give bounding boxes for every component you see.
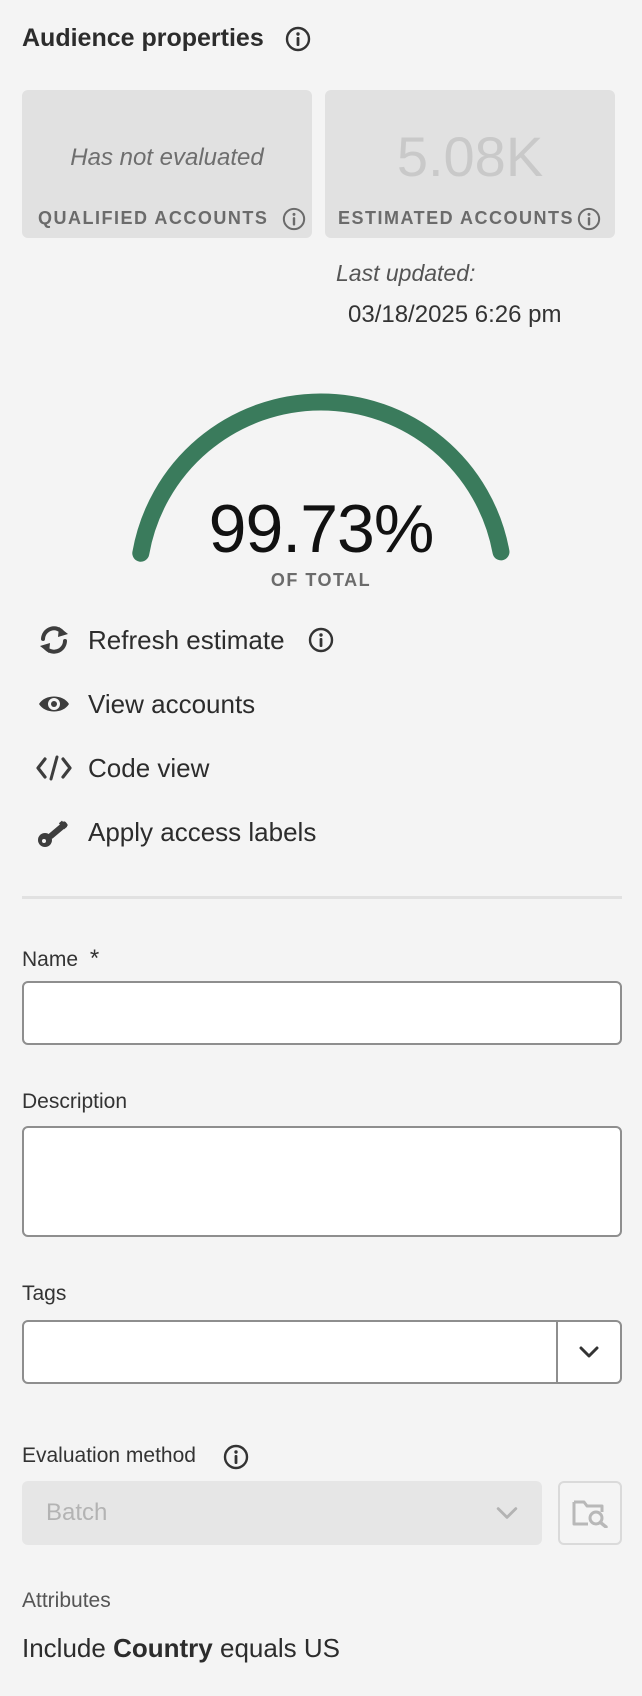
title-info-icon[interactable] bbox=[285, 26, 311, 52]
apply-access-labels-label: Apply access labels bbox=[88, 816, 317, 847]
name-label: Name * bbox=[22, 945, 99, 973]
description-label: Description bbox=[22, 1090, 128, 1113]
tags-input[interactable] bbox=[24, 1322, 556, 1382]
name-label-text: Name bbox=[22, 948, 79, 971]
panel-title: Audience properties bbox=[22, 24, 264, 52]
evaluation-method-browse-button[interactable] bbox=[558, 1481, 622, 1545]
tags-combobox[interactable] bbox=[22, 1320, 622, 1384]
rule-field: Country bbox=[113, 1633, 213, 1663]
required-mark: * bbox=[89, 945, 100, 972]
tags-label: Tags bbox=[22, 1282, 67, 1305]
chevron-down-icon bbox=[496, 1507, 518, 1519]
evaluation-method-value: Batch bbox=[46, 1499, 108, 1526]
view-accounts-label: View accounts bbox=[88, 688, 256, 719]
rule-prefix: Include bbox=[22, 1633, 106, 1663]
folder-search-icon bbox=[572, 1500, 608, 1528]
last-updated-datetime: 03/18/2025 6:26 pm bbox=[348, 301, 562, 328]
eye-icon bbox=[36, 686, 72, 722]
audience-properties-panel: Audience properties Has not evaluated QU… bbox=[0, 0, 642, 1696]
estimated-accounts-value: 5.08K bbox=[396, 125, 544, 188]
evaluation-method-select[interactable]: Batch bbox=[22, 1481, 542, 1545]
last-updated-label: Last updated: bbox=[336, 260, 476, 286]
qualified-accounts-value: Has not evaluated bbox=[70, 144, 264, 171]
refresh-info-icon[interactable] bbox=[308, 627, 334, 653]
gauge-caption: OF TOTAL bbox=[270, 570, 372, 590]
rule-suffix: equals US bbox=[219, 1633, 340, 1663]
code-view-label: Code view bbox=[88, 752, 210, 783]
estimated-info-icon[interactable] bbox=[577, 207, 601, 231]
refresh-estimate-action[interactable]: Refresh estimate bbox=[36, 622, 285, 658]
attributes-label: Attributes bbox=[22, 1589, 111, 1612]
apply-access-labels-action[interactable]: Apply access labels bbox=[36, 814, 316, 850]
section-divider bbox=[22, 896, 622, 899]
evaluation-info-icon[interactable] bbox=[223, 1444, 249, 1470]
code-icon bbox=[36, 750, 72, 786]
key-icon bbox=[36, 814, 72, 850]
estimated-accounts-label: ESTIMATED ACCOUNTS bbox=[338, 208, 574, 228]
name-input[interactable] bbox=[22, 981, 622, 1045]
chevron-down-icon bbox=[579, 1346, 599, 1358]
gauge-percent: 99.73% bbox=[208, 491, 435, 567]
description-textarea[interactable] bbox=[22, 1126, 622, 1237]
tags-dropdown-button[interactable] bbox=[556, 1322, 620, 1382]
view-accounts-action[interactable]: View accounts bbox=[36, 686, 255, 722]
qualified-accounts-card: Has not evaluated QUALIFIED ACCOUNTS bbox=[22, 90, 312, 238]
attributes-rule: Include Country equals US bbox=[22, 1633, 340, 1664]
qualified-accounts-label: QUALIFIED ACCOUNTS bbox=[38, 208, 269, 228]
qualified-info-icon[interactable] bbox=[282, 207, 306, 231]
estimated-accounts-card: 5.08K ESTIMATED ACCOUNTS bbox=[325, 90, 615, 238]
evaluation-method-label: Evaluation method bbox=[22, 1444, 196, 1467]
code-view-action[interactable]: Code view bbox=[36, 750, 209, 786]
refresh-estimate-label: Refresh estimate bbox=[88, 624, 285, 655]
refresh-icon bbox=[36, 622, 72, 658]
